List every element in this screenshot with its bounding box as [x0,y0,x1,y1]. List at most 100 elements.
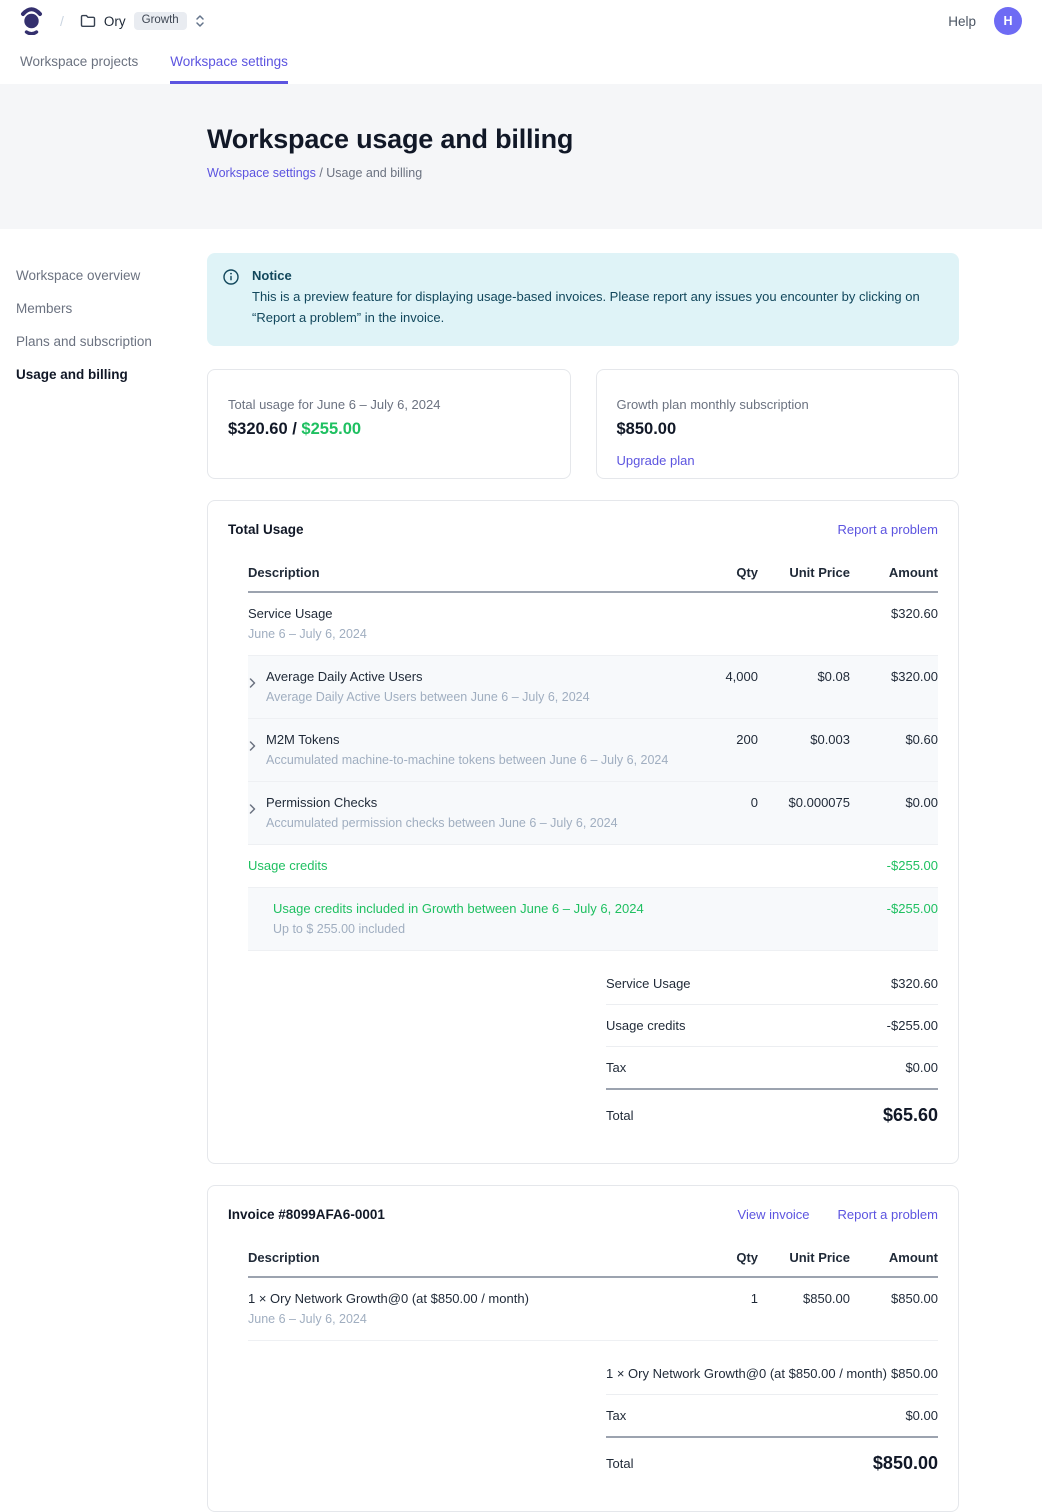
breadcrumb-link-workspace-settings[interactable]: Workspace settings [207,166,316,180]
main: Workspace overview Members Plans and sub… [0,229,1042,1512]
row-amount: $0.60 [850,732,938,747]
row-subtitle: Accumulated machine-to-machine tokens be… [266,753,668,767]
col-description: Description [248,1250,690,1265]
row-unit-price: $0.003 [758,732,850,747]
table-row-usage-credits-detail: Usage credits included in Growth between… [248,888,938,951]
total-usage-card: Total usage for June 6 – July 6, 2024 $3… [207,369,571,479]
row-title: Service Usage [248,606,690,621]
summary-total-value: $850.00 [873,1453,938,1474]
workspace-plan-badge: Growth [134,12,187,30]
summary-row-subscription: 1 × Ory Network Growth@0 (at $850.00 / m… [606,1353,938,1395]
summary-label: Tax [606,1408,626,1423]
tabbar: Workspace projects Workspace settings [0,42,1042,84]
workspace-name: Ory [104,14,126,29]
view-invoice-link[interactable]: View invoice [738,1207,810,1222]
row-title: Permission Checks [266,795,618,810]
tab-workspace-projects[interactable]: Workspace projects [20,46,138,84]
sidebar-item-workspace-overview[interactable]: Workspace overview [16,262,207,289]
chevron-right-icon[interactable] [248,677,257,689]
page-header: Workspace usage and billing Workspace se… [0,84,1042,229]
invoice-report-problem-link[interactable]: Report a problem [838,1207,938,1222]
invoice-card-header: Invoice #8099AFA6-0001 View invoice Repo… [228,1207,938,1222]
usage-used-amount: $320.60 [228,420,288,438]
summary-label: Usage credits [606,1018,685,1033]
summary-value: $0.00 [905,1408,938,1423]
row-subtitle: June 6 – July 6, 2024 [248,627,690,641]
table-row-permission-checks: Permission Checks Accumulated permission… [248,782,938,845]
row-title: Usage credits [248,858,690,873]
invoice-card: Invoice #8099AFA6-0001 View invoice Repo… [207,1185,959,1512]
breadcrumb-current: Usage and billing [326,166,422,180]
summary-value: -$255.00 [887,1018,938,1033]
row-subtitle: Up to $ 255.00 included [273,922,690,936]
breadcrumb-separator: / [316,166,326,180]
col-unit-price: Unit Price [758,1250,850,1265]
row-qty: 200 [690,732,758,747]
row-qty: 1 [690,1291,758,1306]
chevron-right-icon[interactable] [248,740,257,752]
col-amount: Amount [850,565,938,580]
summary-label: Total [606,1456,633,1471]
plan-amount: $850.00 [617,420,939,439]
info-icon [223,269,239,329]
col-qty: Qty [690,565,758,580]
row-unit-price: $0.08 [758,669,850,684]
chevron-right-icon[interactable] [248,803,257,815]
summary-row-total: Total $65.60 [606,1090,938,1139]
row-subtitle: Average Daily Active Users between June … [266,690,590,704]
content: Notice This is a preview feature for dis… [207,253,959,1512]
summary-row-service-usage: Service Usage $320.60 [606,963,938,1005]
summary-label: Tax [606,1060,626,1075]
row-title: 1 × Ory Network Growth@0 (at $850.00 / m… [248,1291,690,1306]
sidebar-item-members[interactable]: Members [16,295,207,322]
row-amount: $320.00 [850,669,938,684]
summary-cards: Total usage for June 6 – July 6, 2024 $3… [207,369,959,479]
row-amount: $320.60 [850,606,938,621]
sidebar: Workspace overview Members Plans and sub… [0,253,207,1512]
usage-summary: Service Usage $320.60 Usage credits -$25… [606,963,938,1139]
summary-row-tax: Tax $0.00 [606,1395,938,1438]
chevron-up-down-icon[interactable] [195,14,205,28]
sidebar-item-plans-and-subscription[interactable]: Plans and subscription [16,328,207,355]
row-unit-price: $0.000075 [758,795,850,810]
notice-banner: Notice This is a preview feature for dis… [207,253,959,346]
usage-card-header: Total Usage Report a problem [228,522,938,537]
summary-label: Service Usage [606,976,691,991]
sidebar-item-usage-and-billing[interactable]: Usage and billing [16,361,207,388]
avatar[interactable]: H [994,7,1022,35]
col-unit-price: Unit Price [758,565,850,580]
topbar-left: / Ory Growth [20,7,205,35]
row-subtitle: Accumulated permission checks between Ju… [266,816,618,830]
col-qty: Qty [690,1250,758,1265]
tab-workspace-settings[interactable]: Workspace settings [170,46,288,84]
row-subtitle: June 6 – July 6, 2024 [248,1312,690,1326]
row-title: Usage credits included in Growth between… [273,901,690,916]
topbar-right: Help H [948,7,1022,35]
breadcrumb: Workspace settings / Usage and billing [207,166,1042,180]
invoice-summary: 1 × Ory Network Growth@0 (at $850.00 / m… [606,1353,938,1487]
summary-value: $320.60 [891,976,938,991]
summary-label: 1 × Ory Network Growth@0 (at $850.00 / m… [606,1366,887,1381]
folder-icon [80,14,96,28]
table-row-m2m-tokens: M2M Tokens Accumulated machine-to-machin… [248,719,938,782]
row-title: M2M Tokens [266,732,668,747]
invoice-card-title: Invoice #8099AFA6-0001 [228,1207,385,1222]
ory-logo-icon[interactable] [20,7,44,35]
notice-body: This is a preview feature for displaying… [252,287,941,329]
summary-row-tax: Tax $0.00 [606,1047,938,1090]
invoice-table-header: Description Qty Unit Price Amount [248,1244,938,1278]
col-description: Description [248,565,690,580]
table-row-usage-credits: Usage credits -$255.00 [248,845,938,888]
usage-report-problem-link[interactable]: Report a problem [838,522,938,537]
row-amount: $0.00 [850,795,938,810]
invoice-table: Description Qty Unit Price Amount 1 × Or… [248,1244,938,1341]
summary-row-usage-credits: Usage credits -$255.00 [606,1005,938,1047]
workspace-switcher[interactable]: Ory Growth [80,12,205,30]
breadcrumb-separator: / [60,13,64,29]
help-link[interactable]: Help [948,14,976,29]
usage-amount-separator: / [288,420,302,438]
row-amount: -$255.00 [850,858,938,873]
upgrade-plan-link[interactable]: Upgrade plan [617,453,695,468]
page-title: Workspace usage and billing [207,124,1042,155]
table-row-daily-active-users: Average Daily Active Users Average Daily… [248,656,938,719]
